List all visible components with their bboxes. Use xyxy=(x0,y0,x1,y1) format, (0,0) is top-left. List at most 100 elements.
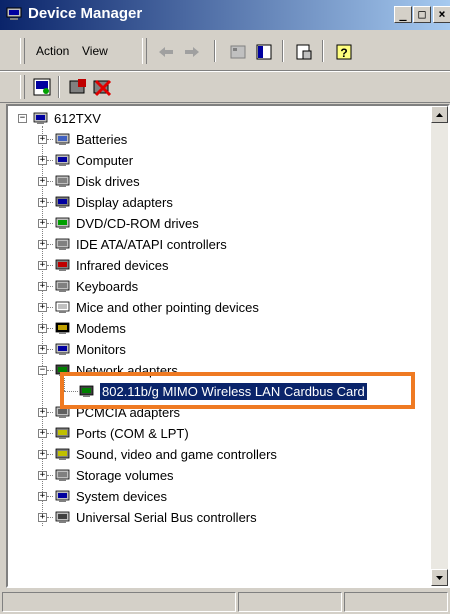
expand-toggle-10[interactable]: + xyxy=(38,345,47,354)
tree-item-infrared[interactable]: Infrared devices xyxy=(54,255,169,275)
tree-item-label: IDE ATA/ATAPI controllers xyxy=(76,236,227,252)
tree-item-label: Display adapters xyxy=(76,194,173,210)
expand-toggle-13[interactable]: + xyxy=(38,429,47,438)
menu-grip[interactable] xyxy=(20,38,25,64)
expand-toggle-9[interactable]: + xyxy=(38,324,47,333)
toolbar-grip[interactable] xyxy=(142,38,147,64)
collapse-root-toggle[interactable]: − xyxy=(18,114,27,123)
menu-toolbar: Action View ? xyxy=(0,32,450,71)
expand-toggle-8[interactable]: + xyxy=(38,303,47,312)
menu-action[interactable]: Action xyxy=(36,44,69,58)
expand-toggle-12[interactable]: + xyxy=(38,408,47,417)
device-tree[interactable]: − 612TXV + Batteries + Computer + Disk drives + D… xyxy=(6,104,450,588)
expand-toggle-17[interactable]: + xyxy=(38,513,47,522)
tree-branch-line xyxy=(47,244,53,245)
show-hide-tree-icon[interactable] xyxy=(254,42,274,62)
tree-item-label: System devices xyxy=(76,488,168,504)
up-level-icon[interactable] xyxy=(228,42,248,62)
tree-branch-line xyxy=(47,160,53,161)
tree-branch-line xyxy=(47,349,53,350)
tree-item-system-devices[interactable]: System devices xyxy=(54,486,167,506)
expand-toggle-6[interactable]: + xyxy=(38,261,47,270)
usb-icon xyxy=(55,511,70,523)
scroll-down-button[interactable] xyxy=(431,569,448,586)
tree-branch-line xyxy=(47,517,53,518)
keyboard-icon xyxy=(55,280,70,292)
monitor-icon xyxy=(55,343,70,355)
device-toolbar xyxy=(0,71,450,103)
close-button[interactable]: × xyxy=(433,6,450,23)
tree-branch-line xyxy=(47,181,53,182)
expand-toggle-3[interactable]: + xyxy=(38,198,47,207)
title-bar[interactable]: Device Manager _ □ × xyxy=(0,0,450,30)
tree-root-612txv[interactable]: 612TXV xyxy=(32,108,101,128)
back-arrow-icon[interactable] xyxy=(156,42,176,62)
expand-toggle-7[interactable]: + xyxy=(38,282,47,291)
properties-icon[interactable] xyxy=(294,42,314,62)
device-manager-window: Device Manager _ □ × Action View ? − 612T… xyxy=(0,0,450,614)
scan-hardware-icon[interactable] xyxy=(32,77,52,97)
menu-view[interactable]: View xyxy=(82,44,108,58)
tree-branch-line xyxy=(47,286,53,287)
expand-toggle-11[interactable]: − xyxy=(38,366,47,375)
tree-item-computer[interactable]: Computer xyxy=(54,150,133,170)
tree-branch-line xyxy=(47,412,53,413)
tree-item-label: Universal Serial Bus controllers xyxy=(76,509,257,525)
tree-item-mouse[interactable]: Mice and other pointing devices xyxy=(54,297,259,317)
toolbar-separator-3 xyxy=(322,40,324,62)
mouse-icon xyxy=(55,301,70,313)
computer-icon xyxy=(33,112,48,124)
forward-arrow-icon[interactable] xyxy=(182,42,202,62)
scroll-up-arrow-icon xyxy=(436,113,443,117)
help-icon[interactable]: ? xyxy=(334,42,354,62)
system-devices-icon xyxy=(55,490,70,502)
tree-branch-line xyxy=(47,223,53,224)
device-toolbar-grip[interactable] xyxy=(20,75,25,99)
dvd-drive-icon xyxy=(55,217,70,229)
expand-toggle-4[interactable]: + xyxy=(38,219,47,228)
tree-item-monitor[interactable]: Monitors xyxy=(54,339,126,359)
minimize-button[interactable]: _ xyxy=(394,6,412,23)
highlight-annotation-box xyxy=(60,372,415,409)
tree-branch-line xyxy=(47,496,53,497)
expand-toggle-15[interactable]: + xyxy=(38,471,47,480)
storage-icon xyxy=(55,469,70,481)
tree-item-ide-controller[interactable]: IDE ATA/ATAPI controllers xyxy=(54,234,227,254)
tree-item-keyboard[interactable]: Keyboards xyxy=(54,276,138,296)
maximize-button[interactable]: □ xyxy=(413,6,431,23)
status-bar xyxy=(0,590,450,614)
tree-item-label: Computer xyxy=(76,152,134,168)
tree-item-usb[interactable]: Universal Serial Bus controllers xyxy=(54,507,257,527)
expand-toggle-1[interactable]: + xyxy=(38,156,47,165)
expand-toggle-0[interactable]: + xyxy=(38,135,47,144)
disk-drive-icon xyxy=(55,175,70,187)
tree-item-storage[interactable]: Storage volumes xyxy=(54,465,174,485)
vertical-scrollbar[interactable] xyxy=(431,106,448,586)
expand-toggle-16[interactable]: + xyxy=(38,492,47,501)
expand-toggle-5[interactable]: + xyxy=(38,240,47,249)
tree-item-modem[interactable]: Modems xyxy=(54,318,126,338)
tree-item-sound[interactable]: Sound, video and game controllers xyxy=(54,444,277,464)
tree-branch-line xyxy=(47,265,53,266)
tree-item-label: Monitors xyxy=(76,341,126,357)
svg-text:?: ? xyxy=(340,46,347,60)
port-icon xyxy=(55,427,70,439)
update-driver-icon[interactable] xyxy=(68,77,88,97)
tree-branch-line xyxy=(47,433,53,434)
window-title: Device Manager xyxy=(28,5,143,22)
tree-item-label: Disk drives xyxy=(76,173,140,189)
tree-branch-line xyxy=(47,202,53,203)
tree-item-battery[interactable]: Batteries xyxy=(54,129,127,149)
tree-item-label: Ports (COM & LPT) xyxy=(76,425,189,441)
tree-item-port[interactable]: Ports (COM & LPT) xyxy=(54,423,189,443)
tree-branch-line xyxy=(47,307,53,308)
scroll-up-button[interactable] xyxy=(431,106,448,123)
expand-toggle-2[interactable]: + xyxy=(38,177,47,186)
sound-icon xyxy=(55,448,70,460)
uninstall-device-icon[interactable] xyxy=(92,77,112,97)
expand-toggle-14[interactable]: + xyxy=(38,450,47,459)
tree-item-display-adapter[interactable]: Display adapters xyxy=(54,192,173,212)
tree-item-dvd-drive[interactable]: DVD/CD-ROM drives xyxy=(54,213,199,233)
tree-item-disk-drive[interactable]: Disk drives xyxy=(54,171,140,191)
tree-item-label: Mice and other pointing devices xyxy=(76,299,259,315)
